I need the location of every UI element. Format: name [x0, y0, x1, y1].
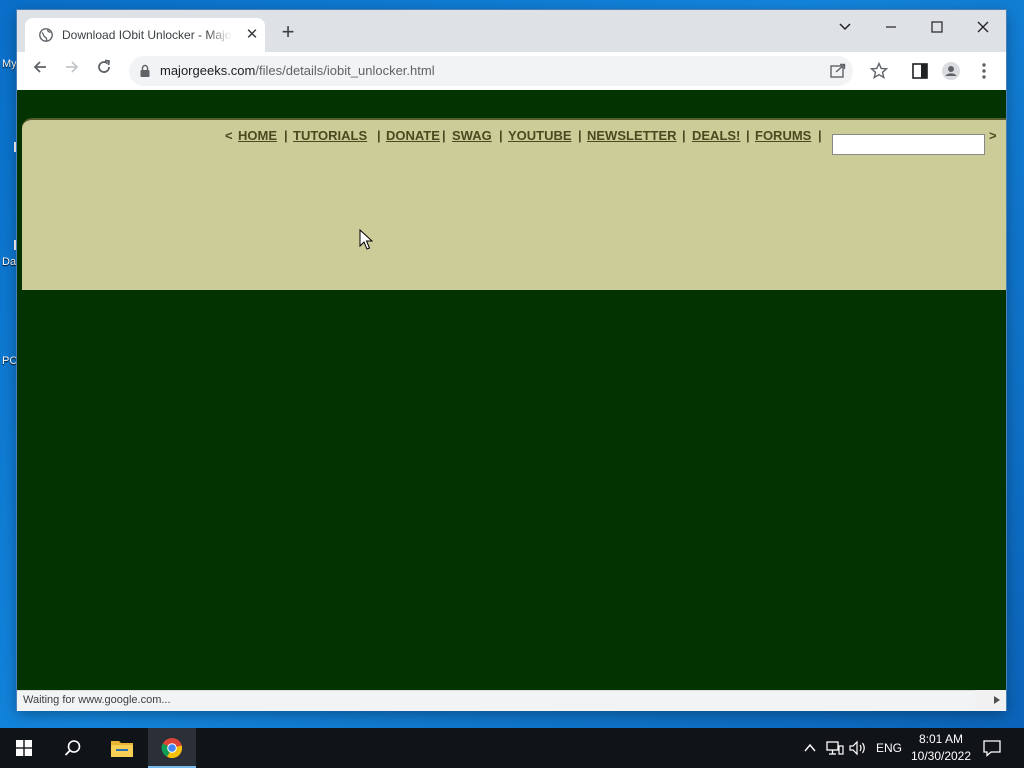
taskbar: ENG 8:01 AM 10/30/2022	[0, 728, 1024, 768]
tab-search-icon[interactable]	[830, 16, 860, 40]
desktop-icon-label[interactable]: PC	[2, 355, 17, 367]
nav-link-swag[interactable]: SWAG	[452, 128, 492, 143]
folder-icon	[111, 741, 133, 757]
globe-icon	[39, 28, 53, 42]
nav-separator: |	[442, 128, 446, 143]
chrome-icon	[161, 738, 183, 759]
url-text[interactable]: majorgeeks.com/files/details/iobit_unloc…	[160, 63, 435, 78]
language-indicator[interactable]: ENG	[876, 728, 902, 768]
lock-icon[interactable]	[139, 64, 151, 78]
title-bar: Download IObit Unlocker - MajorGeeks ✕ +	[17, 10, 1006, 52]
nav-link-donate[interactable]: DONATE	[386, 128, 440, 143]
search-button[interactable]	[48, 728, 96, 768]
nav-separator: |	[682, 128, 686, 143]
status-text: Waiting for www.google.com...	[23, 694, 171, 706]
scroll-right-icon[interactable]	[994, 696, 1000, 704]
search-icon	[64, 740, 81, 756]
nav-separator: |	[818, 128, 822, 143]
search-input[interactable]	[832, 134, 985, 155]
tab-title: Download IObit Unlocker - MajorGeeks	[62, 28, 232, 42]
start-button[interactable]	[0, 728, 48, 768]
nav-link-youtube[interactable]: YOUTUBE	[508, 128, 572, 143]
nav-open-bracket: <	[225, 128, 233, 143]
header-banner: < HOME | TUTORIALS | DONATE | SWAG | YOU…	[22, 118, 1006, 290]
nav-separator: |	[499, 128, 503, 143]
new-tab-button[interactable]: +	[279, 21, 297, 43]
page-viewport: < HOME | TUTORIALS | DONATE | SWAG | YOU…	[17, 90, 1006, 690]
profile-avatar-icon[interactable]	[941, 61, 961, 81]
close-tab-icon[interactable]: ✕	[243, 26, 261, 44]
nav-link-tutorials[interactable]: TUTORIALS	[293, 128, 367, 143]
forward-button[interactable]	[60, 59, 84, 83]
windows-logo-icon	[16, 740, 32, 756]
file-explorer-button[interactable]	[98, 728, 146, 768]
browser-toolbar: majorgeeks.com/files/details/iobit_unloc…	[17, 52, 1006, 91]
reload-button[interactable]	[92, 59, 116, 83]
back-button[interactable]	[28, 59, 52, 83]
nav-separator: |	[284, 128, 288, 143]
show-hidden-icons-chevron-icon[interactable]	[804, 743, 816, 753]
nav-link-forums[interactable]: FORUMS	[755, 128, 811, 143]
nav-link-home[interactable]: HOME	[238, 128, 277, 143]
browser-window: Download IObit Unlocker - MajorGeeks ✕ +	[17, 10, 1006, 711]
volume-icon[interactable]	[849, 740, 867, 756]
nav-separator: |	[578, 128, 582, 143]
nav-separator: |	[746, 128, 750, 143]
maximize-button[interactable]	[922, 16, 952, 40]
clock-date: 10/30/2022	[910, 749, 972, 763]
close-window-button[interactable]	[968, 16, 998, 40]
chrome-taskbar-button[interactable]	[148, 728, 196, 768]
nav-separator: |	[377, 128, 381, 143]
clock-time: 8:01 AM	[918, 732, 964, 746]
action-center-icon[interactable]	[983, 739, 1001, 757]
status-bar: Waiting for www.google.com...	[17, 690, 1006, 711]
browser-tab[interactable]: Download IObit Unlocker - MajorGeeks ✕	[25, 18, 265, 52]
side-panel-icon[interactable]	[910, 61, 930, 81]
desktop-icon-label[interactable]: My	[2, 58, 17, 70]
nav-close-bracket: >	[989, 128, 997, 143]
nav-link-newsletter[interactable]: NEWSLETTER	[587, 128, 677, 143]
bookmark-star-icon[interactable]	[869, 61, 889, 81]
menu-kebab-icon[interactable]	[974, 61, 994, 81]
share-icon[interactable]	[827, 61, 849, 81]
top-navigation: < HOME | TUTORIALS | DONATE | SWAG | YOU…	[22, 128, 1006, 155]
address-bar[interactable]: majorgeeks.com/files/details/iobit_unloc…	[129, 56, 853, 86]
desktop-icon-label[interactable]: Da	[2, 256, 16, 268]
mouse-cursor-icon	[359, 229, 373, 250]
horizontal-scrollbar[interactable]	[975, 690, 1006, 710]
network-icon[interactable]	[826, 741, 844, 755]
minimize-button[interactable]	[876, 16, 906, 40]
nav-link-deals[interactable]: DEALS!	[692, 128, 740, 143]
clock[interactable]: 8:01 AM 10/30/2022	[906, 731, 976, 765]
